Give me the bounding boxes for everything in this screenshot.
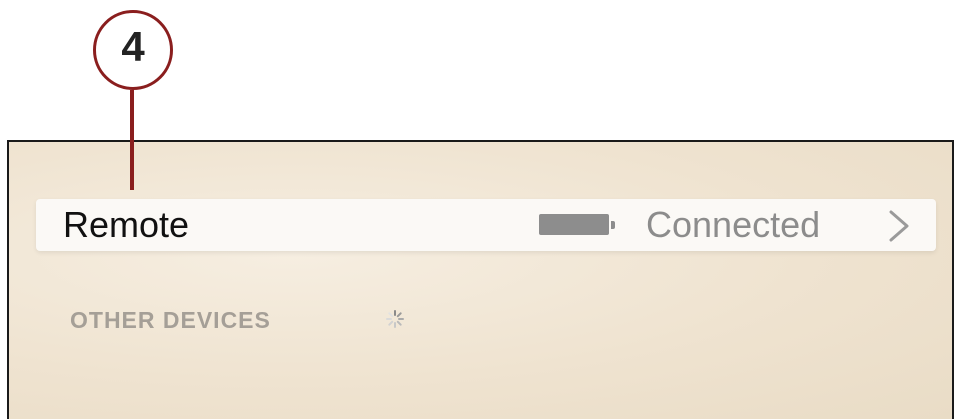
callout-number: 4 [121, 23, 145, 70]
stage: Remote Connected OTHER DEVICES 4 [0, 0, 956, 419]
chevron-right-icon [889, 210, 909, 242]
callout-leader-line [130, 90, 134, 190]
remote-row[interactable]: Remote Connected [36, 199, 936, 251]
remote-label: Remote [63, 204, 190, 245]
connection-status: Connected [646, 204, 821, 245]
battery-icon [539, 214, 615, 235]
callout-marker: 4 [93, 10, 173, 90]
loading-spinner-icon [386, 310, 404, 328]
tv-settings-screen: Remote Connected OTHER DEVICES [7, 140, 954, 419]
other-devices-header: OTHER DEVICES [70, 307, 271, 333]
